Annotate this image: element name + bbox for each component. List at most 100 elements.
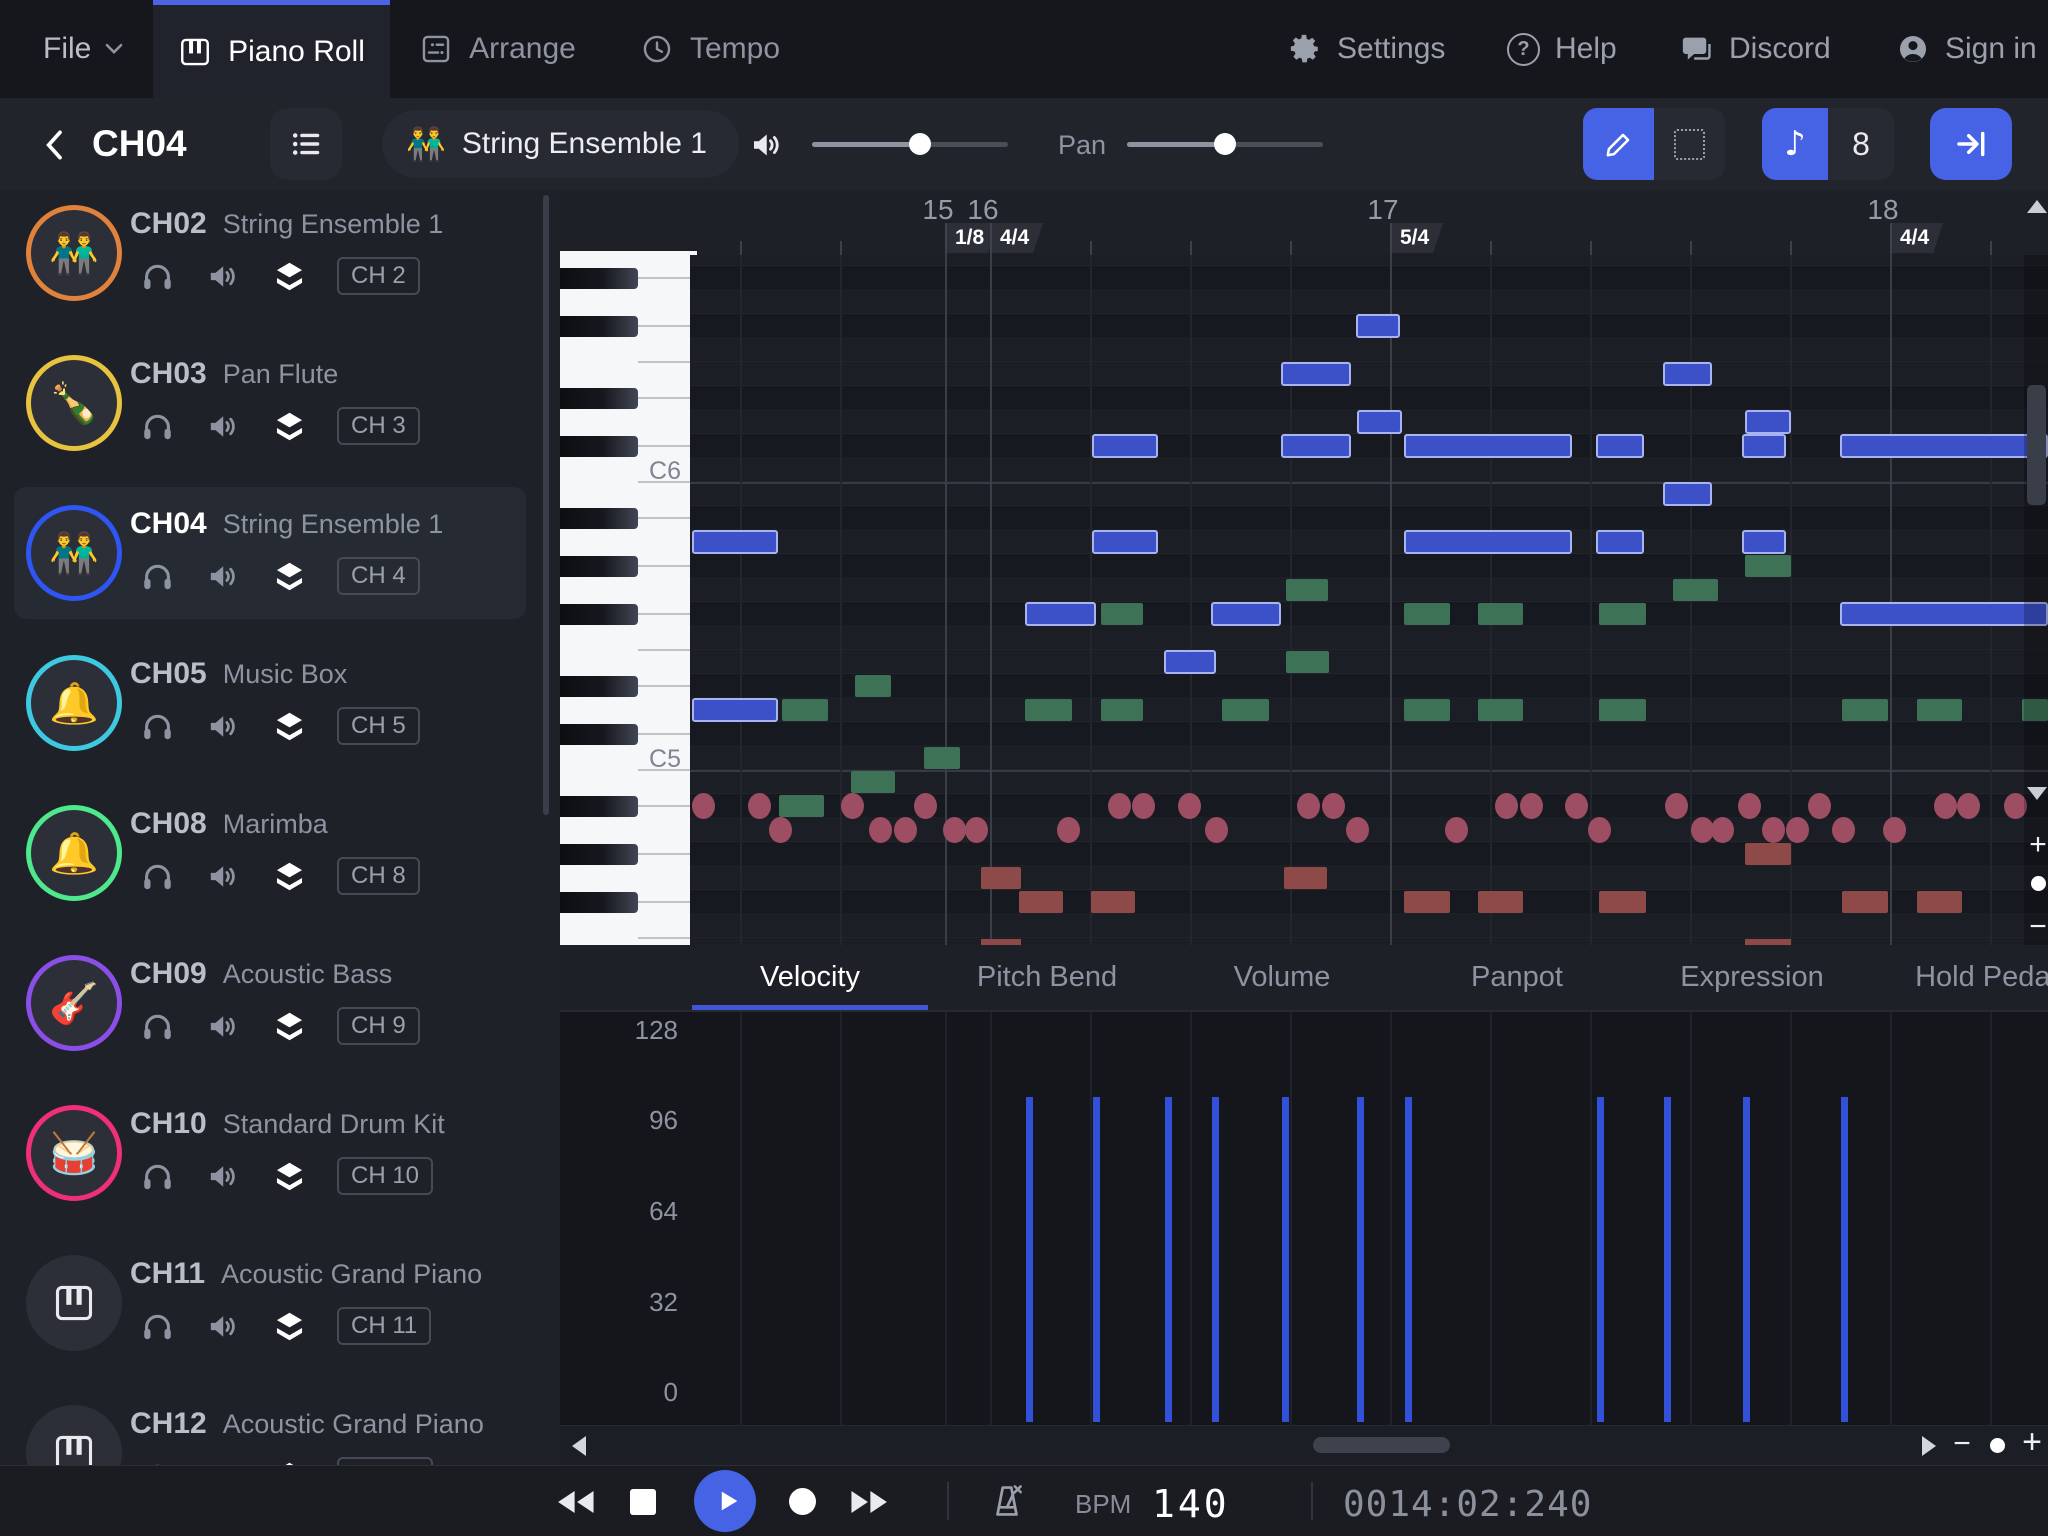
track-item-ch03[interactable]: 🍾CH03Pan FluteCH 3: [0, 403, 560, 404]
midi-note-selected-track[interactable]: [1356, 314, 1400, 338]
velocity-panel[interactable]: 1289664320: [560, 1012, 2048, 1425]
drum-hit-note[interactable]: [1883, 817, 1906, 843]
midi-note-selected-track[interactable]: [692, 698, 778, 722]
pencil-tool-button[interactable]: [1583, 108, 1654, 180]
drum-hit-note[interactable]: [869, 817, 892, 843]
midi-note-other-track[interactable]: [1917, 699, 1962, 721]
drum-hit-note[interactable]: [894, 817, 917, 843]
time-signature-tag[interactable]: 4/4: [1890, 223, 1943, 253]
midi-note-other-track[interactable]: [1599, 699, 1646, 721]
track-avatar[interactable]: 🥁: [26, 1105, 122, 1201]
drum-hit-note[interactable]: [1205, 817, 1228, 843]
midi-note-selected-track[interactable]: [1092, 530, 1158, 554]
back-icon[interactable]: [44, 129, 64, 161]
nav-discord[interactable]: Discord: [1680, 0, 1831, 98]
midi-note-drum-track[interactable]: [1091, 891, 1135, 913]
drum-hit-note[interactable]: [1738, 793, 1761, 819]
black-key[interactable]: [560, 388, 638, 409]
velocity-bar[interactable]: [1743, 1097, 1750, 1422]
velocity-bar[interactable]: [1405, 1097, 1412, 1422]
velocity-bar[interactable]: [1664, 1097, 1671, 1422]
track-avatar[interactable]: 🔔: [26, 805, 122, 901]
drum-hit-note[interactable]: [914, 793, 937, 819]
layers-icon[interactable]: [272, 709, 307, 744]
drum-hit-note[interactable]: [1322, 793, 1345, 819]
headphone-icon[interactable]: [140, 1009, 175, 1044]
track-avatar[interactable]: 🎸: [26, 955, 122, 1051]
velocity-bar[interactable]: [1282, 1097, 1289, 1422]
black-key[interactable]: [560, 508, 638, 529]
midi-note-other-track[interactable]: [1286, 579, 1328, 601]
bar-ruler[interactable]: 151/8164/4175/4184/4: [560, 190, 2048, 255]
velocity-bar[interactable]: [1093, 1097, 1100, 1422]
midi-note-selected-track[interactable]: [1742, 530, 1786, 554]
horizontal-zoom-reset-button[interactable]: [1990, 1438, 2005, 1453]
midi-note-other-track[interactable]: [1222, 699, 1269, 721]
controller-tab-pitch-bend[interactable]: Pitch Bend: [937, 945, 1157, 1010]
tab-tempo[interactable]: Tempo: [615, 0, 805, 98]
midi-note-other-track[interactable]: [1478, 699, 1523, 721]
layers-icon[interactable]: [272, 259, 307, 294]
vertical-scrollbar-thumb[interactable]: [2027, 385, 2046, 505]
midi-note-other-track[interactable]: [855, 675, 891, 697]
stop-button[interactable]: [630, 1489, 656, 1515]
headphone-icon[interactable]: [140, 709, 175, 744]
drum-hit-note[interactable]: [769, 817, 792, 843]
drum-hit-note[interactable]: [841, 793, 864, 819]
headphone-icon[interactable]: [140, 559, 175, 594]
midi-note-selected-track[interactable]: [1840, 602, 2048, 626]
track-item-ch11[interactable]: CH11Acoustic Grand PianoCH 11: [0, 1303, 560, 1304]
record-button[interactable]: [789, 1488, 816, 1515]
track-item-ch02[interactable]: 👬CH02String Ensemble 1CH 2: [0, 253, 560, 254]
drum-hit-note[interactable]: [1495, 793, 1518, 819]
midi-note-selected-track[interactable]: [1663, 482, 1712, 506]
headphone-icon[interactable]: [140, 859, 175, 894]
track-item-ch09[interactable]: 🎸CH09Acoustic BassCH 9: [0, 1003, 560, 1004]
note-grid[interactable]: [690, 255, 2048, 945]
black-key[interactable]: [560, 316, 638, 337]
track-item-ch10[interactable]: 🥁CH10Standard Drum KitCH 10: [0, 1153, 560, 1154]
controller-tab-expression[interactable]: Expression: [1642, 945, 1862, 1010]
drum-hit-note[interactable]: [1346, 817, 1369, 843]
midi-note-selected-track[interactable]: [1404, 434, 1572, 458]
speaker-icon[interactable]: [205, 409, 240, 444]
quantize-note-button[interactable]: ♪: [1762, 108, 1828, 180]
scroll-right-icon[interactable]: [1922, 1436, 1936, 1456]
drum-hit-note[interactable]: [1445, 817, 1468, 843]
track-item-ch12[interactable]: CH12Acoustic Grand PianoCH 12: [0, 1453, 560, 1454]
layers-icon[interactable]: [272, 409, 307, 444]
file-menu-button[interactable]: File: [43, 0, 123, 98]
controller-tab-velocity[interactable]: Velocity: [700, 945, 920, 1010]
nav-help[interactable]: ?Help: [1507, 0, 1617, 98]
midi-note-other-track[interactable]: [782, 699, 828, 721]
midi-note-other-track[interactable]: [779, 795, 824, 817]
drum-hit-note[interactable]: [1934, 793, 1957, 819]
midi-note-drum-track[interactable]: [1842, 891, 1888, 913]
midi-note-drum-track[interactable]: [1599, 891, 1646, 913]
midi-note-other-track[interactable]: [1286, 651, 1329, 673]
track-avatar[interactable]: 👬: [26, 505, 122, 601]
drum-hit-note[interactable]: [1108, 793, 1131, 819]
drum-hit-note[interactable]: [748, 793, 771, 819]
midi-note-drum-track[interactable]: [1478, 891, 1523, 913]
drum-hit-note[interactable]: [965, 817, 988, 843]
midi-note-other-track[interactable]: [1404, 699, 1450, 721]
fast-forward-button[interactable]: [849, 1487, 893, 1517]
track-item-ch04[interactable]: 👬CH04String Ensemble 1CH 4: [0, 553, 560, 554]
velocity-bar[interactable]: [1026, 1097, 1033, 1422]
midi-note-other-track[interactable]: [1025, 699, 1072, 721]
midi-note-selected-track[interactable]: [1164, 650, 1216, 674]
drum-hit-note[interactable]: [1808, 793, 1831, 819]
track-avatar[interactable]: [26, 1255, 122, 1351]
volume-slider-thumb[interactable]: [909, 133, 931, 155]
controller-tab-panpot[interactable]: Panpot: [1407, 945, 1627, 1010]
speaker-icon[interactable]: [205, 259, 240, 294]
velocity-bar[interactable]: [1212, 1097, 1219, 1422]
midi-note-drum-track[interactable]: [1019, 891, 1063, 913]
drum-hit-note[interactable]: [1297, 793, 1320, 819]
drum-hit-note[interactable]: [1178, 793, 1201, 819]
speaker-icon[interactable]: [205, 859, 240, 894]
track-item-ch08[interactable]: 🔔CH08MarimbaCH 8: [0, 853, 560, 854]
black-key[interactable]: [560, 436, 638, 457]
midi-note-other-track[interactable]: [924, 747, 960, 769]
